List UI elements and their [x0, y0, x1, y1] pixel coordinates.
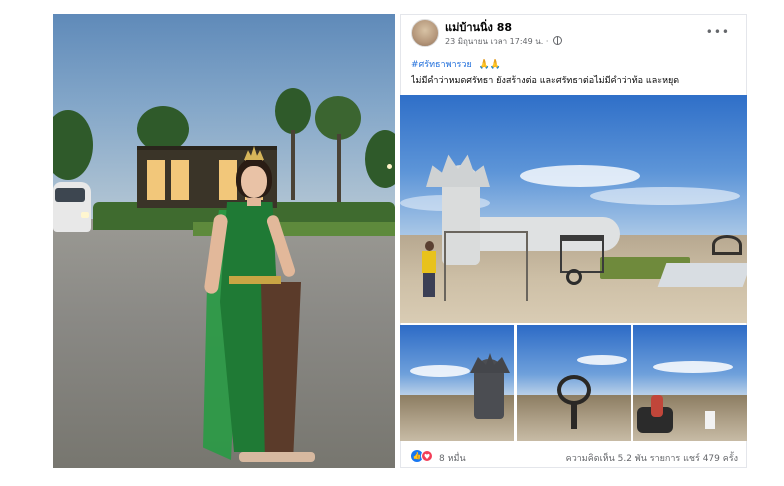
post-header: แม่บ้านนิ่ง 88 23 มิถุนายน เวลา 17:49 น.…: [411, 19, 738, 55]
tree-trunk: [337, 134, 341, 204]
emblem-sculpture: [712, 235, 742, 255]
sandals: [239, 452, 315, 462]
worker: [420, 241, 438, 297]
cloud: [410, 365, 470, 377]
gold-belt: [229, 276, 281, 284]
emblem-post: [571, 403, 577, 429]
globe-icon: [552, 36, 562, 45]
author-name[interactable]: แม่บ้านนิ่ง 88: [445, 18, 512, 36]
more-horizontal-icon[interactable]: •••: [706, 25, 730, 39]
white-car: [53, 182, 91, 232]
emblem-sculpture: [557, 375, 591, 405]
lamp: [387, 164, 392, 169]
cloud: [577, 355, 627, 365]
window: [219, 160, 237, 200]
scaffolding: [444, 231, 528, 301]
car-headlight: [81, 212, 89, 218]
cloud: [653, 361, 733, 373]
avatar[interactable]: [411, 19, 439, 47]
worker-legs: [423, 273, 435, 297]
cloud: [520, 165, 640, 187]
post-caption: ไม่มีคำว่าหมดศรัทธา ยังสร้างต่อ และศรัทธ…: [411, 76, 680, 86]
tree-trunk: [291, 130, 295, 200]
plastic-chair: [705, 411, 715, 429]
cart-wheel: [566, 269, 582, 285]
facebook-post: แม่บ้านนิ่ง 88 23 มิถุนายน เวลา 17:49 น.…: [400, 14, 747, 468]
comments-shares-count[interactable]: ความคิดเห็น 5.2 พัน รายการ แชร์ 479 ครั้…: [566, 451, 738, 465]
post-photo-thumb-1[interactable]: [400, 325, 514, 441]
concrete-road: [657, 263, 747, 287]
post-timestamp[interactable]: 23 มิถุนายน เวลา 17:49 น. ·: [445, 35, 562, 48]
woman-photo: [53, 14, 395, 468]
cart: [560, 235, 604, 273]
reactions-count[interactable]: 8 หมื่น: [439, 451, 466, 465]
rider: [651, 395, 663, 417]
tree: [275, 88, 311, 134]
worker-head: [425, 241, 434, 251]
worker-shirt: [422, 251, 436, 273]
hashtag-line: #ศรัทธาพารวย 🙏🙏: [411, 57, 501, 71]
hashtag-link[interactable]: #ศรัทธาพารวย: [411, 60, 472, 70]
timestamp-text[interactable]: 23 มิถุนายน เวลา 17:49 น. ·: [445, 37, 548, 46]
love-icon[interactable]: ♥: [421, 450, 433, 462]
screenshot-canvas: แม่บ้านนิ่ง 88 23 มิถุนายน เวลา 17:49 น.…: [0, 0, 784, 486]
post-photo-thumb-3[interactable]: [633, 325, 747, 441]
car-window: [55, 188, 85, 202]
sky: [633, 325, 747, 395]
praying-hands-icon: 🙏🙏: [478, 60, 502, 70]
cloud: [590, 187, 740, 205]
face: [241, 166, 267, 198]
post-footer: 👍 ♥ 8 หมื่น ความคิดเห็น 5.2 พัน รายการ แ…: [411, 447, 738, 465]
post-photo-thumb-2[interactable]: [517, 325, 631, 441]
window: [147, 160, 165, 200]
post-photo-main[interactable]: [400, 95, 747, 323]
window: [171, 160, 189, 200]
